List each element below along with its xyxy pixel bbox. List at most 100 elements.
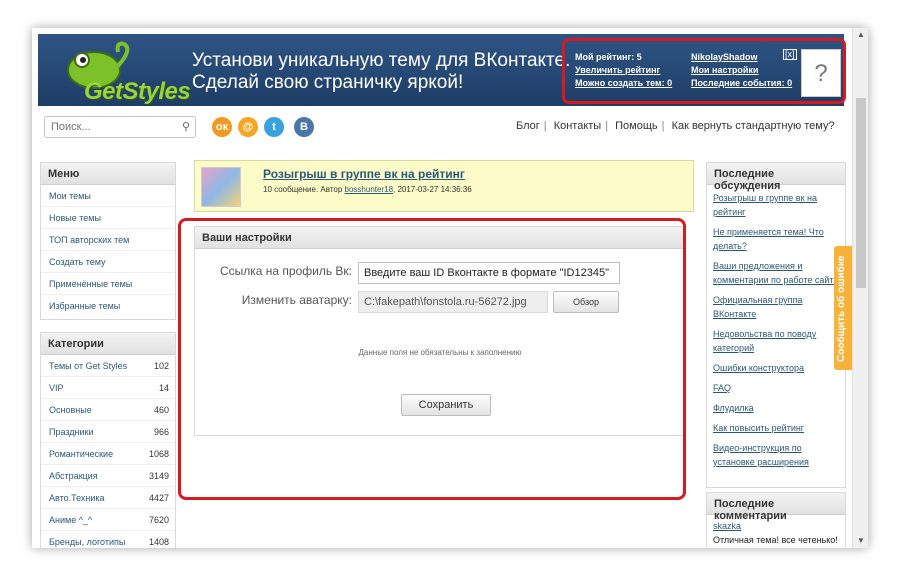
nav-separator: | <box>661 120 665 132</box>
header-banner: GetStyles Установи уникальную тему для В… <box>38 34 846 106</box>
category-name: Романтические <box>49 449 114 459</box>
nav-separator: | <box>605 120 609 132</box>
scrollbar-thumb[interactable] <box>856 98 866 288</box>
category-count: 966 <box>153 427 169 437</box>
slogan-line-2: Сделай свою страничку яркой! <box>192 72 464 93</box>
discussion-link[interactable]: Недовольства по поводу категорий <box>707 327 845 355</box>
category-row[interactable]: Авто.Техника 4427 <box>41 487 175 509</box>
menu-item-favorite-themes[interactable]: Избранные темы <box>41 295 175 317</box>
user-rating-column: Мой рейтинг: 5 Увеличить рейтинг Можно с… <box>575 51 672 90</box>
giveaway-thumbnail[interactable] <box>201 167 241 207</box>
discussion-link[interactable]: Не применяется тема! Что делать? <box>707 225 845 253</box>
nav-contacts[interactable]: Контакты <box>554 120 602 132</box>
category-count: 7620 <box>148 515 169 525</box>
nav-help[interactable]: Помощь <box>615 120 658 132</box>
screenshot: GetStyles Установи уникальную тему для В… <box>0 0 900 578</box>
settings-highlight-outline <box>178 218 686 500</box>
slogan: Установи уникальную тему для ВКонтакте. … <box>192 50 572 94</box>
user-account-column: NikolayShadow Мои настройки Последние со… <box>691 51 792 90</box>
category-row[interactable]: Основные 460 <box>41 399 175 421</box>
comments-title: Последние комментарии <box>707 493 845 522</box>
giveaway-author-link[interactable]: bosshunter18 <box>345 185 393 194</box>
odnoklassniki-icon[interactable]: ок <box>212 117 232 137</box>
category-row[interactable]: VIP 14 <box>41 377 175 399</box>
getstyles-logo[interactable]: GetStyles <box>54 40 191 105</box>
menu-item-applied-themes[interactable]: Применённые темы <box>41 273 175 295</box>
discussion-link[interactable]: Флудилка <box>707 401 845 415</box>
nav-revert-theme[interactable]: Как вернуть стандартную тему? <box>672 120 835 132</box>
giveaway-notice: Розыгрыш в группе вк на рейтинг 10 сообщ… <box>194 160 694 212</box>
logo-text: GetStyles <box>84 78 191 105</box>
category-count: 102 <box>153 361 169 371</box>
search-box: ⚲ <box>44 116 196 138</box>
giveaway-title-link[interactable]: Розыгрыш в группе вк на рейтинг <box>263 167 465 181</box>
category-count: 3149 <box>148 471 169 481</box>
vk-icon[interactable]: B <box>294 117 314 137</box>
page: GetStyles Установи уникальную тему для В… <box>32 28 852 548</box>
username-link[interactable]: NikolayShadow <box>691 51 792 64</box>
discussion-link[interactable]: Розыгрыш в группе вк на рейтинг <box>707 191 845 219</box>
twitter-icon[interactable]: t <box>264 117 284 137</box>
category-name: Абстракция <box>49 471 98 481</box>
discussion-link[interactable]: Официальная группа ВКонтакте <box>707 293 845 321</box>
category-row[interactable]: Праздники 966 <box>41 421 175 443</box>
slogan-line-1: Установи уникальную тему для ВКонтакте. <box>192 50 571 71</box>
comments-panel: Последние комментарии skazka Отличная те… <box>706 492 846 548</box>
menu-item-top-themes[interactable]: ТОП авторских тем <box>41 229 175 251</box>
discussion-link[interactable]: Видео-инструкция по установке расширения <box>707 441 845 469</box>
category-name: Бренды, логотипы <box>49 537 126 547</box>
avatar[interactable]: ? <box>801 49 841 97</box>
scroll-down-icon[interactable]: ▼ <box>853 534 868 548</box>
discussion-link[interactable]: Ваши предложения и комментарии по работе… <box>707 259 845 287</box>
giveaway-date: , 2017-03-27 14:36:36 <box>393 185 472 194</box>
nav-separator: | <box>543 120 547 132</box>
discussion-link[interactable]: Как повысить рейтинг <box>707 421 845 435</box>
category-name: Основные <box>49 405 92 415</box>
my-rating: Мой рейтинг: 5 <box>575 52 642 62</box>
user-box: Мой рейтинг: 5 Увеличить рейтинг Можно с… <box>562 38 846 104</box>
comment-text: Отличная тема! все четенько! <box>713 535 838 545</box>
category-row[interactable]: Темы от Get Styles 102 <box>41 355 175 377</box>
category-row[interactable]: Бренды, логотипы 1408 <box>41 531 175 548</box>
category-row[interactable]: Романтические 1068 <box>41 443 175 465</box>
category-count: 14 <box>158 383 169 393</box>
increase-rating-link[interactable]: Увеличить рейтинг <box>575 64 672 77</box>
category-name: VIP <box>49 383 64 393</box>
nav-blog[interactable]: Блог <box>516 120 540 132</box>
vertical-scrollbar[interactable]: ▲ ▼ <box>852 28 868 548</box>
last-events-link[interactable]: Последние события: 0 <box>691 77 792 90</box>
category-name: Аниме ^_^ <box>49 515 93 525</box>
menu-title: Меню <box>41 163 175 185</box>
discussion-link[interactable]: Ошибки конструктора <box>707 361 845 375</box>
report-bug-tab[interactable]: Сообщить об ошибке <box>834 246 852 370</box>
can-create-link[interactable]: Можно создать тем: 0 <box>575 77 672 90</box>
discussion-link[interactable]: FAQ <box>707 381 845 395</box>
browser-viewport: GetStyles Установи уникальную тему для В… <box>32 28 868 548</box>
category-count: 4427 <box>148 493 169 503</box>
discussions-panel: Последние обсуждения Розыгрыш в группе в… <box>706 162 846 488</box>
category-row[interactable]: Абстракция 3149 <box>41 465 175 487</box>
search-input[interactable] <box>51 119 171 135</box>
close-icon[interactable]: [x] <box>783 49 797 60</box>
menu-item-new-themes[interactable]: Новые темы <box>41 207 175 229</box>
category-name: Праздники <box>49 427 94 437</box>
my-settings-link[interactable]: Мои настройки <box>691 64 792 77</box>
mail-icon[interactable]: @ <box>238 117 258 137</box>
search-icon[interactable]: ⚲ <box>182 120 190 133</box>
giveaway-meta: 10 сообщение. Автор bosshunter18, 2017-0… <box>263 185 472 194</box>
discussions-title: Последние обсуждения <box>707 163 845 192</box>
category-row[interactable]: Аниме ^_^ 7620 <box>41 509 175 531</box>
category-count: 460 <box>153 405 169 415</box>
categories-panel: Категории Темы от Get Styles 102 VIP 14 Ос… <box>40 332 176 548</box>
category-name: Авто.Техника <box>49 493 105 503</box>
menu-item-my-themes[interactable]: Мои темы <box>41 185 175 207</box>
menu-panel: Меню Мои темы Новые темы ТОП авторских т… <box>40 162 176 320</box>
giveaway-meta-prefix: 10 сообщение. Автор <box>263 185 343 194</box>
category-name: Темы от Get Styles <box>49 361 128 371</box>
report-bug-label: Сообщить об ошибке <box>836 255 847 362</box>
top-nav: Блог | Контакты | Помощь | Как вернуть стан… <box>516 120 835 132</box>
scroll-up-icon[interactable]: ▲ <box>853 28 868 42</box>
menu-item-create-theme[interactable]: Создать тему <box>41 251 175 273</box>
category-count: 1068 <box>148 449 169 459</box>
categories-title: Категории <box>41 333 175 355</box>
